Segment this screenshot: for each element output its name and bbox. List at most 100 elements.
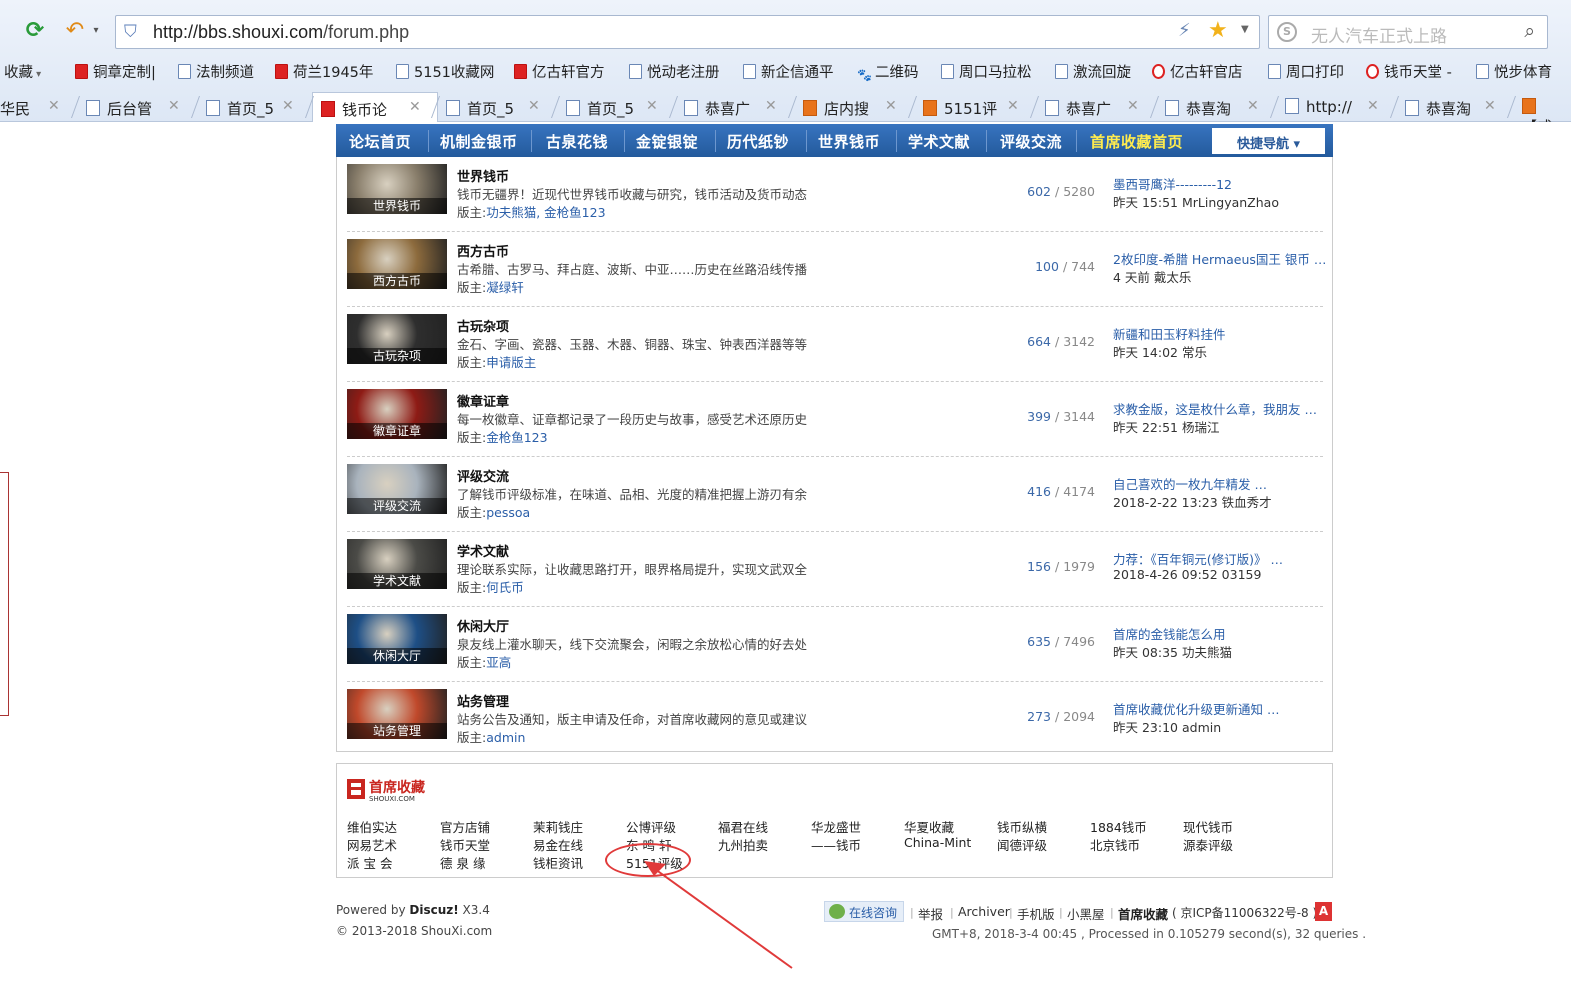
favorite-star-icon[interactable]: ★ [1208, 18, 1228, 43]
close-tab-icon[interactable]: ✕ [1247, 98, 1259, 114]
search-input[interactable]: 无人汽车正式上路 [1311, 22, 1447, 47]
bookmark-item[interactable]: 荷兰1945年 [275, 61, 373, 82]
bookmark-item[interactable]: 悦动老注册 [629, 61, 720, 82]
friend-link[interactable]: 网易艺术 [347, 835, 397, 854]
nav-item[interactable]: 首席收藏首页 [1090, 131, 1183, 152]
bookmark-item[interactable]: 收藏 ▾ [4, 61, 41, 82]
friend-link[interactable]: 公博评级 [626, 817, 676, 836]
moderator-names[interactable]: 功夫熊猫, 金枪鱼123 [486, 205, 605, 220]
board-name[interactable]: 评级交流 [457, 466, 509, 485]
moderator-names[interactable]: pessoa [486, 505, 530, 520]
online-consult-button[interactable]: 在线咨询 [824, 901, 904, 922]
browser-tab[interactable]: 恭喜淘 ✕ [1157, 92, 1277, 122]
moderator-names[interactable]: 申请版主 [486, 355, 536, 370]
close-tab-icon[interactable]: ✕ [646, 98, 658, 114]
nav-item[interactable]: 评级交流 [1000, 131, 1062, 152]
close-tab-icon[interactable]: ✕ [282, 98, 294, 114]
browser-tab[interactable]: 首页_5 ✕ [438, 92, 558, 122]
quick-nav-button[interactable]: 快捷导航 ▾ [1212, 128, 1325, 154]
bookmark-item[interactable]: 5151收藏网 [396, 61, 494, 82]
close-tab-icon[interactable]: ✕ [765, 98, 777, 114]
bookmark-item[interactable]: 亿古轩官方 [514, 61, 605, 82]
friend-link[interactable]: 易金在线 [533, 835, 583, 854]
friend-link[interactable]: 九州拍卖 [718, 835, 768, 854]
last-post-title[interactable]: 新疆和田玉籽料挂件 [1113, 324, 1226, 343]
back-dropdown-icon[interactable]: ▾ [90, 18, 102, 44]
moderator-names[interactable]: admin [486, 730, 525, 745]
last-post-title[interactable]: 求教金版，这是枚什么章，我朋友 … [1113, 399, 1317, 418]
back-icon[interactable]: ↶ [62, 18, 88, 44]
friend-link[interactable]: 源泰评级 [1183, 835, 1233, 854]
moderator-names[interactable]: 金枪鱼123 [486, 430, 547, 445]
nav-item[interactable]: 世界钱币 [818, 131, 880, 152]
discuz-link[interactable]: Discuz! [409, 903, 458, 917]
bookmark-item[interactable]: 新企信通平 [743, 61, 834, 82]
browser-tab[interactable]: 后台管 ✕ [78, 92, 198, 122]
footer-link[interactable]: 举报 [918, 904, 943, 923]
board-name[interactable]: 站务管理 [457, 691, 509, 710]
icp-badge-icon[interactable]: A [1315, 902, 1332, 921]
last-post-title[interactable]: 自己喜欢的一枚九年精发 … [1113, 474, 1267, 493]
friend-link[interactable]: 华夏收藏 [904, 817, 954, 836]
board-name[interactable]: 徽章证章 [457, 391, 509, 410]
board-name[interactable]: 西方古币 [457, 241, 509, 260]
last-post-title[interactable]: 力荐：《百年铜元(修订版)》 … [1113, 549, 1283, 568]
browser-tab[interactable]: 恭喜广 ✕ [676, 92, 795, 122]
board-name[interactable]: 古玩杂项 [457, 316, 509, 335]
close-tab-icon[interactable]: ✕ [1127, 98, 1139, 114]
close-tab-icon[interactable]: ✕ [48, 98, 60, 114]
browser-tab[interactable]: http:// ✕ [1277, 92, 1397, 122]
close-tab-icon[interactable]: ✕ [409, 99, 421, 115]
nav-item[interactable]: 论坛首页 [349, 131, 411, 152]
nav-item[interactable]: 历代纸钞 [727, 131, 789, 152]
browser-tab[interactable]: 恭喜广 ✕ [1037, 92, 1157, 122]
address-bar[interactable]: ⛉ http://bbs.shouxi.com/forum.php ⚡ ★ ▼ [115, 15, 1260, 49]
last-post-title[interactable]: 墨西哥鹰洋---------12 [1113, 174, 1232, 193]
board-thumbnail[interactable]: 站务管理 [347, 689, 447, 739]
browser-tab[interactable]: 店内搜 ✕ [795, 92, 915, 122]
friend-link[interactable]: 茉莉钱庄 [533, 817, 583, 836]
refresh-icon[interactable]: ⟳ [22, 18, 48, 44]
board-thumbnail[interactable]: 学术文献 [347, 539, 447, 589]
bookmark-item[interactable]: 铜章定制| [75, 61, 156, 82]
moderator-names[interactable]: 凝绿轩 [486, 280, 524, 295]
nav-item[interactable]: 古泉花钱 [546, 131, 608, 152]
bookmark-item[interactable]: 法制频道 [178, 61, 254, 82]
close-tab-icon[interactable]: ✕ [885, 98, 897, 114]
search-icon[interactable]: ⌕ [1524, 20, 1535, 42]
footer-link[interactable]: 小黑屋 [1067, 904, 1105, 923]
board-thumbnail[interactable]: 徽章证章 [347, 389, 447, 439]
close-tab-icon[interactable]: ✕ [168, 98, 180, 114]
friend-link[interactable]: 闻德评级 [997, 835, 1047, 854]
friend-link[interactable]: 现代钱币 [1183, 817, 1233, 836]
bookmark-item[interactable]: 周口马拉松 [941, 61, 1032, 82]
browser-tab[interactable]: 钱币论 ✕ [312, 92, 438, 122]
friend-link[interactable]: 官方店铺 [440, 817, 490, 836]
friend-link[interactable]: 钱币纵横 [997, 817, 1047, 836]
friend-link[interactable]: 维伯实达 [347, 817, 397, 836]
friend-link[interactable]: 1884钱币 [1090, 817, 1147, 836]
browser-tab[interactable]: 首页_5 ✕ [198, 92, 312, 122]
last-post-title[interactable]: 首席收藏优化升级更新通知 … [1113, 699, 1279, 718]
close-tab-icon[interactable]: ✕ [528, 98, 540, 114]
nav-item[interactable]: 学术文献 [908, 131, 970, 152]
footer-link[interactable]: Archiver [958, 904, 1010, 919]
friend-link[interactable]: ——钱币 [811, 835, 861, 854]
bookmark-item[interactable]: 🐾 二维码 [857, 61, 919, 83]
url-text[interactable]: http://bbs.shouxi.com/forum.php [153, 22, 409, 43]
friend-link[interactable]: 钱柜资讯 [533, 853, 583, 872]
board-thumbnail[interactable]: 古玩杂项 [347, 314, 447, 364]
nav-item[interactable]: 机制金银币 [440, 131, 518, 152]
last-post-title[interactable]: 首席的金钱能怎么用 [1113, 624, 1226, 643]
friend-link[interactable]: China-Mint [904, 835, 971, 850]
search-engine-icon[interactable]: S [1277, 22, 1297, 42]
close-tab-icon[interactable]: ✕ [1484, 98, 1496, 114]
footer-icp[interactable]: ( 京ICP备11006322号-8 ) [1172, 904, 1317, 921]
board-thumbnail[interactable]: 世界钱币 [347, 164, 447, 214]
browser-tab[interactable]: 5151评 ✕ [915, 92, 1037, 122]
footer-site-name[interactable]: 首席收藏 [1118, 904, 1168, 923]
browser-tab[interactable]: 首页_5 ✕ [558, 92, 676, 122]
bookmark-item[interactable]: 激流回旋 [1055, 61, 1131, 82]
bookmark-item[interactable]: 亿古轩官店 [1152, 61, 1243, 82]
board-thumbnail[interactable]: 西方古币 [347, 239, 447, 289]
